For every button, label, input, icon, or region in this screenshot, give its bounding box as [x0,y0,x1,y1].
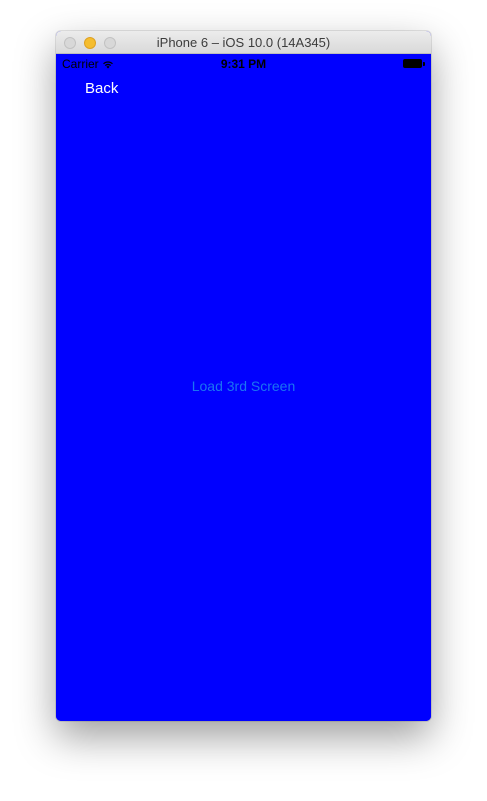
load-3rd-screen-button[interactable]: Load 3rd Screen [56,378,431,394]
status-time: 9:31 PM [220,57,267,71]
window-titlebar: iPhone 6 – iOS 10.0 (14A345) [56,31,431,54]
status-bar: Carrier 9:31 PM [56,54,431,74]
device-screen: Carrier 9:31 PM Back Load 3rd Screen [56,54,431,721]
simulator-window: iPhone 6 – iOS 10.0 (14A345) Carrier 9:3… [56,31,431,721]
battery-icon [403,59,425,68]
window-title: iPhone 6 – iOS 10.0 (14A345) [156,35,331,50]
back-button[interactable]: Back [85,80,118,97]
